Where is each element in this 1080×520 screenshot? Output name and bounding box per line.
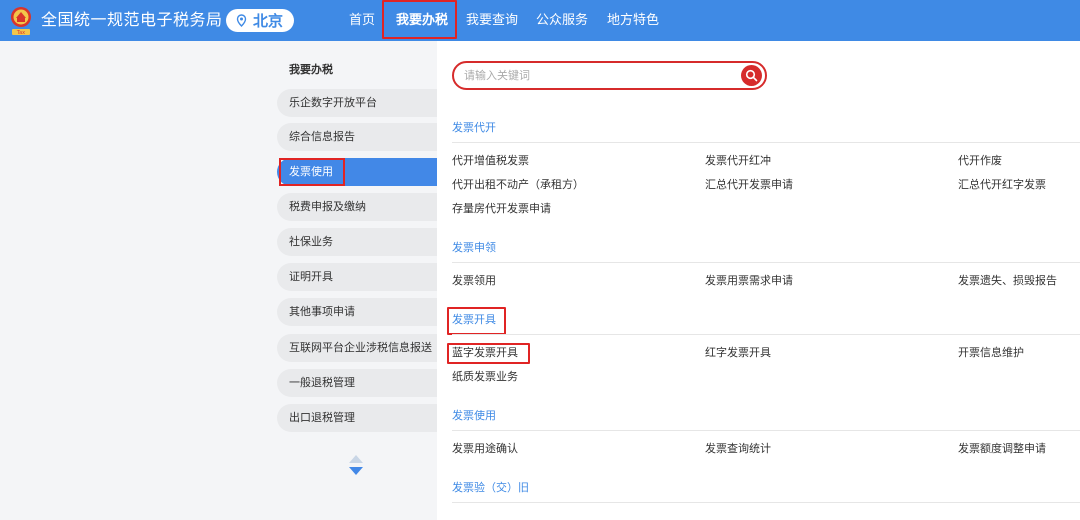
section-divider <box>452 262 1080 263</box>
sidebar-item-info-report[interactable]: 综合信息报告 <box>277 123 437 151</box>
section-divider <box>452 334 1080 335</box>
location-pin-icon <box>236 14 247 27</box>
search-icon <box>745 69 758 82</box>
link-agent-vat-invoice[interactable]: 代开增值税发票 <box>452 153 529 169</box>
sidebar-item-general-refund[interactable]: 一般退税管理 <box>277 369 437 397</box>
link-invoice-demand-apply[interactable]: 发票用票需求申请 <box>705 273 793 289</box>
sidebar-item-social-security[interactable]: 社保业务 <box>277 228 437 256</box>
link-invoice-receive[interactable]: 发票领用 <box>452 273 496 289</box>
sidebar-item-other-requests[interactable]: 其他事项申请 <box>277 298 437 326</box>
section-divider <box>452 142 1080 143</box>
link-red-invoice-issue[interactable]: 红字发票开具 <box>705 345 771 361</box>
nav-public-service[interactable]: 公众服务 <box>536 0 588 41</box>
sidebar-item-internet-platform[interactable]: 互联网平台企业涉税信息报送 <box>277 334 437 362</box>
logo-caption: Tax <box>16 30 25 36</box>
link-paper-invoice-business[interactable]: 纸质发票业务 <box>452 369 518 385</box>
section-title-invoice-issuing-agent: 发票代开 <box>452 121 496 134</box>
link-highlight-box <box>447 343 530 364</box>
link-agent-red-reverse[interactable]: 发票代开红冲 <box>705 153 771 169</box>
link-invoice-limit-adjust[interactable]: 发票额度调整申请 <box>958 441 1046 457</box>
sidebar-highlight-box <box>279 158 345 186</box>
sidebar-item-tax-declaration[interactable]: 税费申报及缴纳 <box>277 193 437 221</box>
section-highlight-box <box>447 307 506 335</box>
sidebar-item-certificate[interactable]: 证明开具 <box>277 263 437 291</box>
link-issue-info-maintain[interactable]: 开票信息维护 <box>958 345 1024 361</box>
search-input[interactable] <box>464 66 734 85</box>
tax-emblem-icon[interactable]: Tax <box>9 6 33 36</box>
section-title-invoice-claim: 发票申领 <box>452 241 496 254</box>
nav-home[interactable]: 首页 <box>349 0 375 41</box>
sidebar-item-export-refund[interactable]: 出口退税管理 <box>277 404 437 432</box>
section-title-invoice-use: 发票使用 <box>452 409 496 422</box>
sidebar-title: 我要办税 <box>289 63 333 76</box>
nav-local-features[interactable]: 地方特色 <box>607 0 659 41</box>
link-agent-rental-property[interactable]: 代开出租不动产（承租方） <box>452 177 584 193</box>
sidebar-item-leqi-platform[interactable]: 乐企数字开放平台 <box>277 89 437 117</box>
link-agent-void[interactable]: 代开作废 <box>958 153 1002 169</box>
nav-highlight-box <box>382 0 457 39</box>
region-selector[interactable]: 北京 <box>226 9 294 32</box>
nav-query[interactable]: 我要查询 <box>466 0 518 41</box>
link-summary-agent-red[interactable]: 汇总代开红字发票 <box>958 177 1046 193</box>
section-divider <box>452 430 1080 431</box>
link-invoice-purpose-confirm[interactable]: 发票用途确认 <box>452 441 518 457</box>
section-title-invoice-verify-old: 发票验（交）旧 <box>452 481 529 494</box>
link-existing-house-apply[interactable]: 存量房代开发票申请 <box>452 201 551 217</box>
up-down-arrows-icon[interactable] <box>347 454 365 476</box>
link-summary-agent-apply[interactable]: 汇总代开发票申请 <box>705 177 793 193</box>
site-title: 全国统一规范电子税务局 <box>41 10 223 29</box>
region-name: 北京 <box>253 11 284 30</box>
top-header: Tax 全国统一规范电子税务局 北京 首页 我要办税 我要查询 公众服务 地方特… <box>0 0 1080 41</box>
link-invoice-loss-report[interactable]: 发票遗失、损毁报告 <box>958 273 1057 289</box>
search-box <box>452 61 767 90</box>
search-button[interactable] <box>741 65 762 86</box>
link-invoice-query-stats[interactable]: 发票查询统计 <box>705 441 771 457</box>
section-divider <box>452 502 1080 503</box>
